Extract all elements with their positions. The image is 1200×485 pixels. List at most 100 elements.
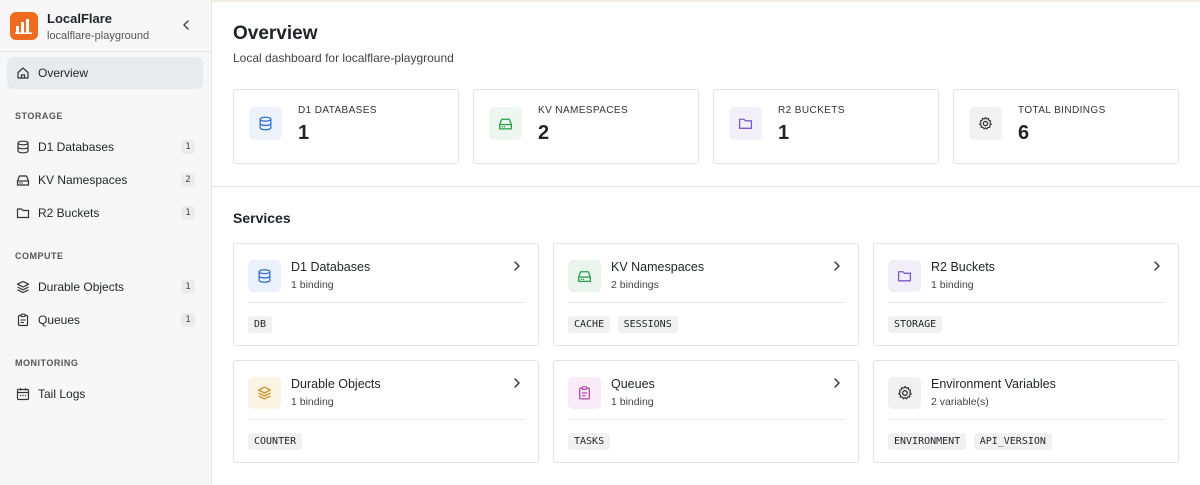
service-title: Durable Objects	[291, 377, 381, 391]
service-card-d1-databases[interactable]: D1 Databases 1 binding DB	[233, 243, 539, 346]
page-subtitle: Local dashboard for localflare-playgroun…	[233, 51, 454, 65]
stat-value: 2	[538, 122, 550, 144]
sidebar-item-label: Durable Objects	[38, 280, 125, 294]
section-divider	[212, 186, 1200, 187]
card-divider	[248, 419, 524, 420]
brand-name: LocalFlare	[47, 11, 113, 26]
database-icon	[17, 140, 29, 154]
hard-drive-icon	[489, 107, 522, 140]
binding-tag: ENVIRONMENT	[888, 433, 967, 450]
binding-tags: STORAGE	[888, 314, 945, 333]
sidebar-item-label: D1 Databases	[38, 140, 115, 154]
stat-card-r2-buckets: R2 BUCKETS 1	[713, 89, 939, 164]
sidebar-item-d1-databases[interactable]: D1 Databases 1	[7, 131, 203, 163]
service-title: KV Namespaces	[611, 260, 705, 274]
home-icon	[17, 67, 29, 79]
gear-icon	[888, 377, 921, 409]
chevron-left-icon	[183, 20, 189, 30]
database-icon	[248, 260, 281, 292]
binding-tags: COUNTER	[248, 431, 305, 450]
binding-tag: DB	[248, 316, 273, 333]
main-content: Overview Local dashboard for localflare-…	[212, 0, 1200, 485]
card-divider	[568, 302, 844, 303]
sidebar-item-durable-objects[interactable]: Durable Objects 1	[7, 271, 203, 303]
service-title: Queues	[611, 377, 655, 391]
service-subtitle: 1 binding	[291, 279, 334, 291]
folder-icon	[16, 208, 30, 219]
hard-drive-icon	[568, 260, 601, 292]
sidebar-item-r2-buckets[interactable]: R2 Buckets 1	[7, 197, 203, 229]
count-badge: 1	[181, 313, 195, 327]
sidebar-item-kv-namespaces[interactable]: KV Namespaces 2	[7, 164, 203, 196]
calendar-icon	[16, 388, 30, 401]
service-subtitle: 2 variable(s)	[931, 396, 989, 408]
stat-value: 1	[778, 122, 790, 144]
layers-icon	[16, 280, 30, 294]
stat-value: 1	[298, 122, 310, 144]
sidebar-item-tail-logs[interactable]: Tail Logs	[7, 378, 203, 410]
sidebar-item-label: R2 Buckets	[38, 206, 100, 220]
card-divider	[248, 302, 524, 303]
binding-tag: SESSIONS	[617, 316, 678, 333]
clipboard-icon	[17, 313, 29, 327]
service-card-environment-variables[interactable]: Environment Variables 2 variable(s) ENVI…	[873, 360, 1179, 463]
collapse-sidebar-button[interactable]	[178, 17, 194, 33]
section-label-storage: STORAGE	[15, 111, 63, 121]
sidebar: LocalFlare localflare-playground Overvie…	[0, 0, 212, 485]
binding-tag: API_VERSION	[973, 433, 1052, 450]
binding-tags: CACHE SESSIONS	[568, 314, 681, 333]
section-label-compute: COMPUTE	[15, 251, 64, 261]
sidebar-item-label: Tail Logs	[38, 387, 86, 401]
layers-icon	[248, 377, 281, 409]
stat-card-total-bindings: TOTAL BINDINGS 6	[953, 89, 1179, 164]
chevron-right-icon	[834, 261, 840, 271]
sidebar-item-label: KV Namespaces	[38, 173, 128, 187]
chevron-right-icon	[514, 378, 520, 388]
service-card-durable-objects[interactable]: Durable Objects 1 binding COUNTER	[233, 360, 539, 463]
stat-value: 6	[1018, 122, 1030, 144]
clipboard-icon	[568, 377, 601, 409]
gear-icon	[969, 107, 1002, 140]
sidebar-item-label: Overview	[38, 66, 89, 80]
count-badge: 1	[181, 140, 195, 154]
binding-tag: TASKS	[568, 433, 611, 450]
binding-tags: ENVIRONMENT API_VERSION	[888, 431, 1055, 450]
stat-label: R2 BUCKETS	[778, 105, 845, 116]
service-title: D1 Databases	[291, 260, 371, 274]
project-name: localflare-playground	[47, 30, 150, 42]
count-badge: 1	[181, 206, 195, 220]
binding-tags: TASKS	[568, 431, 613, 450]
service-subtitle: 1 binding	[931, 279, 974, 291]
page-title: Overview	[233, 23, 318, 44]
service-subtitle: 1 binding	[611, 396, 654, 408]
binding-tag: COUNTER	[248, 433, 303, 450]
hard-drive-icon	[16, 175, 30, 186]
stat-label: TOTAL BINDINGS	[1018, 105, 1106, 116]
chevron-right-icon	[834, 378, 840, 388]
chevron-right-icon	[1154, 261, 1160, 271]
service-card-queues[interactable]: Queues 1 binding TASKS	[553, 360, 859, 463]
service-title: R2 Buckets	[931, 260, 995, 274]
sidebar-item-overview[interactable]: Overview	[7, 57, 203, 89]
stat-label: D1 DATABASES	[298, 105, 377, 116]
stat-card-d1-databases: D1 DATABASES 1	[233, 89, 459, 164]
count-badge: 1	[181, 280, 195, 294]
stat-card-kv-namespaces: KV NAMESPACES 2	[473, 89, 699, 164]
service-title: Environment Variables	[931, 377, 1056, 391]
count-badge: 2	[181, 173, 195, 187]
service-card-r2-buckets[interactable]: R2 Buckets 1 binding STORAGE	[873, 243, 1179, 346]
sidebar-item-label: Queues	[38, 313, 81, 327]
chevron-right-icon	[514, 261, 520, 271]
database-icon	[249, 107, 282, 140]
binding-tag: CACHE	[568, 316, 611, 333]
binding-tags: DB	[248, 314, 275, 333]
binding-tag: STORAGE	[888, 316, 943, 333]
service-subtitle: 1 binding	[291, 396, 334, 408]
card-divider	[888, 302, 1164, 303]
sidebar-item-queues[interactable]: Queues 1	[7, 304, 203, 336]
folder-icon	[888, 260, 921, 292]
card-divider	[888, 419, 1164, 420]
service-card-kv-namespaces[interactable]: KV Namespaces 2 bindings CACHE SESSIONS	[553, 243, 859, 346]
logo-icon	[10, 12, 38, 40]
folder-icon	[729, 107, 762, 140]
